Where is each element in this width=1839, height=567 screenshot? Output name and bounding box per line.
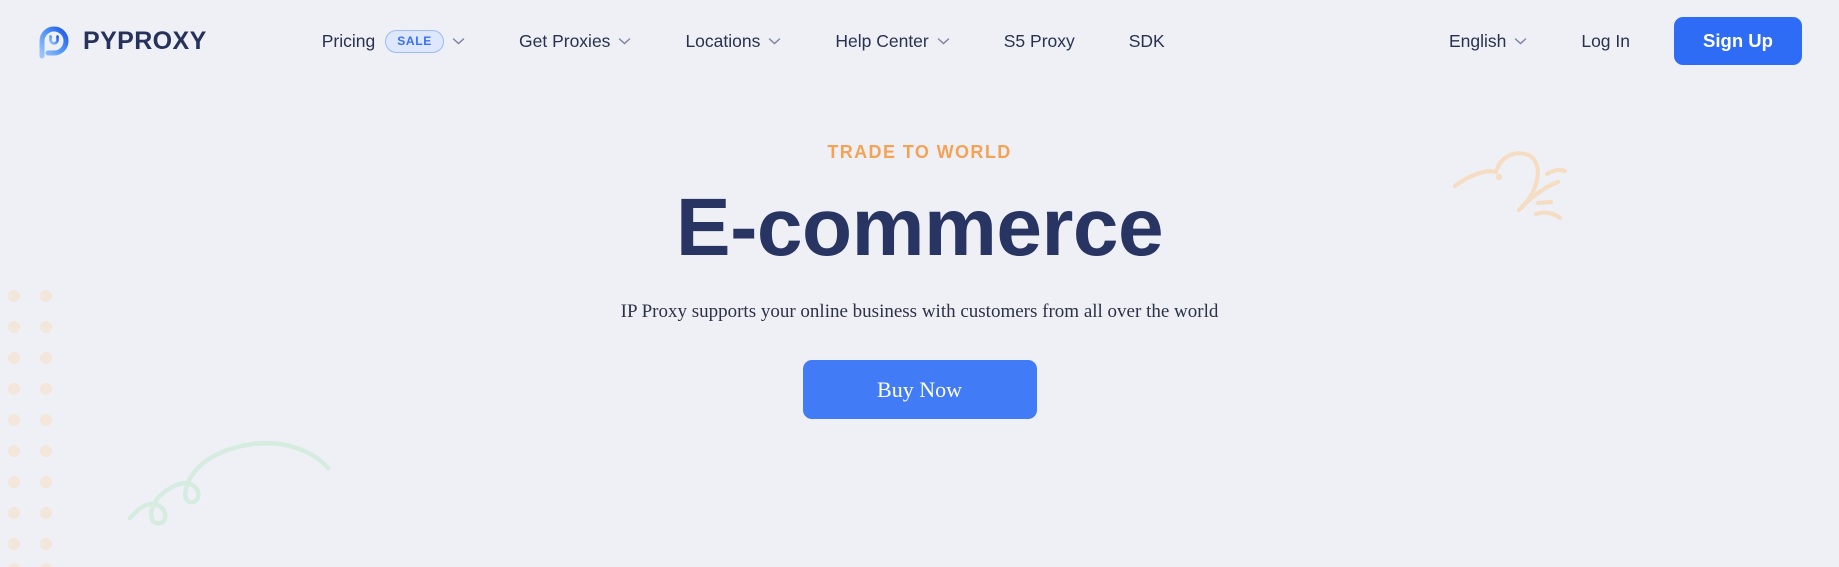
sale-badge: SALE (385, 29, 444, 53)
sign-up-button[interactable]: Sign Up (1674, 17, 1802, 65)
chevron-down-icon[interactable] (768, 37, 781, 45)
header-actions: English Log In Sign Up (1441, 17, 1802, 65)
page-root: PYPROXY Pricing SALE Get Proxies Locatio… (0, 0, 1839, 567)
nav-item-label: S5 Proxy (1003, 30, 1075, 51)
chevron-down-icon[interactable] (1514, 37, 1527, 45)
nav-item-label: Locations (685, 30, 761, 51)
hero-section: TRADE TO WORLD E-commerce IP Proxy suppo… (0, 142, 1839, 420)
main-navigation: Pricing SALE Get Proxies Locations Help … (295, 21, 1192, 61)
brand-logo[interactable]: PYPROXY (36, 23, 207, 59)
language-label: English (1448, 30, 1507, 51)
nav-item-get-proxies[interactable]: Get Proxies (492, 21, 658, 61)
site-header: PYPROXY Pricing SALE Get Proxies Locatio… (0, 0, 1839, 82)
nav-item-help-center[interactable]: Help Center (808, 21, 976, 61)
hero-subheadline: IP Proxy supports your online business w… (620, 301, 1219, 323)
buy-now-button[interactable]: Buy Now (802, 360, 1037, 420)
nav-item-pricing[interactable]: Pricing SALE (295, 21, 492, 61)
nav-item-locations[interactable]: Locations (658, 21, 808, 61)
nav-item-label: Pricing (321, 30, 376, 51)
hero-eyebrow: TRADE TO WORLD (827, 142, 1012, 162)
nav-item-s5-proxy[interactable]: S5 Proxy (977, 21, 1102, 61)
log-in-link[interactable]: Log In (1581, 31, 1630, 52)
chevron-down-icon[interactable] (618, 37, 631, 45)
nav-item-label: Help Center (835, 30, 929, 51)
curly-line-icon (128, 440, 331, 526)
pyproxy-circle-logo-icon (39, 26, 69, 59)
language-selector[interactable]: English (1441, 31, 1535, 52)
nav-item-label: SDK (1128, 30, 1165, 51)
chevron-down-icon[interactable] (937, 37, 950, 45)
nav-item-label: Get Proxies (519, 30, 611, 51)
page-title: E-commerce (675, 182, 1164, 273)
chevron-down-icon[interactable] (452, 37, 465, 45)
nav-item-sdk[interactable]: SDK (1102, 21, 1192, 61)
brand-name: PYPROXY (83, 26, 207, 55)
